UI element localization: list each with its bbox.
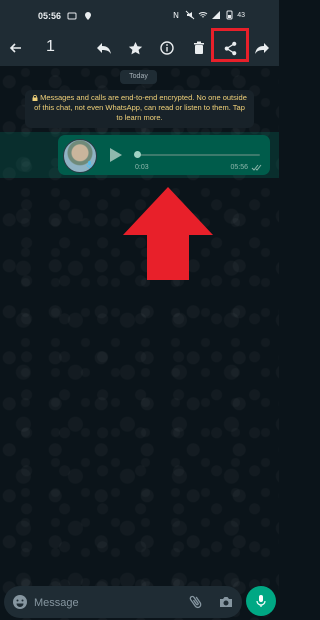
- emoji-icon[interactable]: [12, 594, 28, 610]
- message-input[interactable]: [32, 592, 186, 614]
- mute-icon: [185, 10, 195, 20]
- voice-progress-track[interactable]: [136, 154, 260, 156]
- message-composer: [4, 586, 242, 618]
- back-button[interactable]: [4, 36, 28, 60]
- wifi-icon: [198, 12, 208, 18]
- voice-progress-knob[interactable]: [134, 151, 141, 158]
- star-icon: [128, 41, 142, 54]
- lock-icon: [32, 95, 38, 101]
- voice-duration: 0:03: [135, 164, 149, 171]
- back-arrow-icon: [9, 43, 21, 53]
- status-time: 05:56: [38, 11, 62, 21]
- info-button[interactable]: [155, 36, 179, 60]
- nfc-icon: N: [173, 11, 179, 20]
- share-highlight-box: [211, 28, 249, 62]
- message-time: 05:56: [230, 164, 248, 171]
- message-notification-icon: [67, 12, 77, 20]
- double-tick-icon: [251, 164, 262, 171]
- voice-record-button[interactable]: [246, 586, 276, 616]
- selected-count: 1: [46, 38, 55, 55]
- delete-button[interactable]: [187, 36, 211, 60]
- battery-level: 43: [237, 11, 245, 19]
- voice-message-bubble[interactable]: 0:03 05:56: [58, 135, 270, 175]
- forward-button[interactable]: [250, 36, 274, 60]
- attach-icon[interactable]: [188, 594, 204, 610]
- camera-icon[interactable]: [218, 594, 234, 610]
- svg-text:N: N: [173, 11, 179, 20]
- date-chip: Today: [120, 70, 157, 84]
- encryption-notice-text: Messages and calls are end-to-end encryp…: [34, 93, 247, 122]
- signal-icon: [212, 11, 221, 19]
- battery-icon: [226, 10, 233, 20]
- encryption-notice[interactable]: Messages and calls are end-to-end encryp…: [25, 90, 254, 128]
- microphone-icon: [256, 595, 266, 607]
- status-right: N 43: [172, 10, 245, 20]
- forward-icon: [255, 43, 269, 54]
- delete-icon: [194, 41, 204, 54]
- reply-button[interactable]: [92, 36, 116, 60]
- info-icon: [160, 41, 174, 55]
- red-arrow-annotation: [123, 187, 213, 280]
- star-button[interactable]: [123, 36, 147, 60]
- reply-icon: [97, 43, 111, 54]
- location-icon: [85, 12, 92, 20]
- mic-badge-icon: [86, 160, 93, 169]
- status-left: 05:56: [38, 11, 93, 21]
- play-icon[interactable]: [106, 146, 124, 164]
